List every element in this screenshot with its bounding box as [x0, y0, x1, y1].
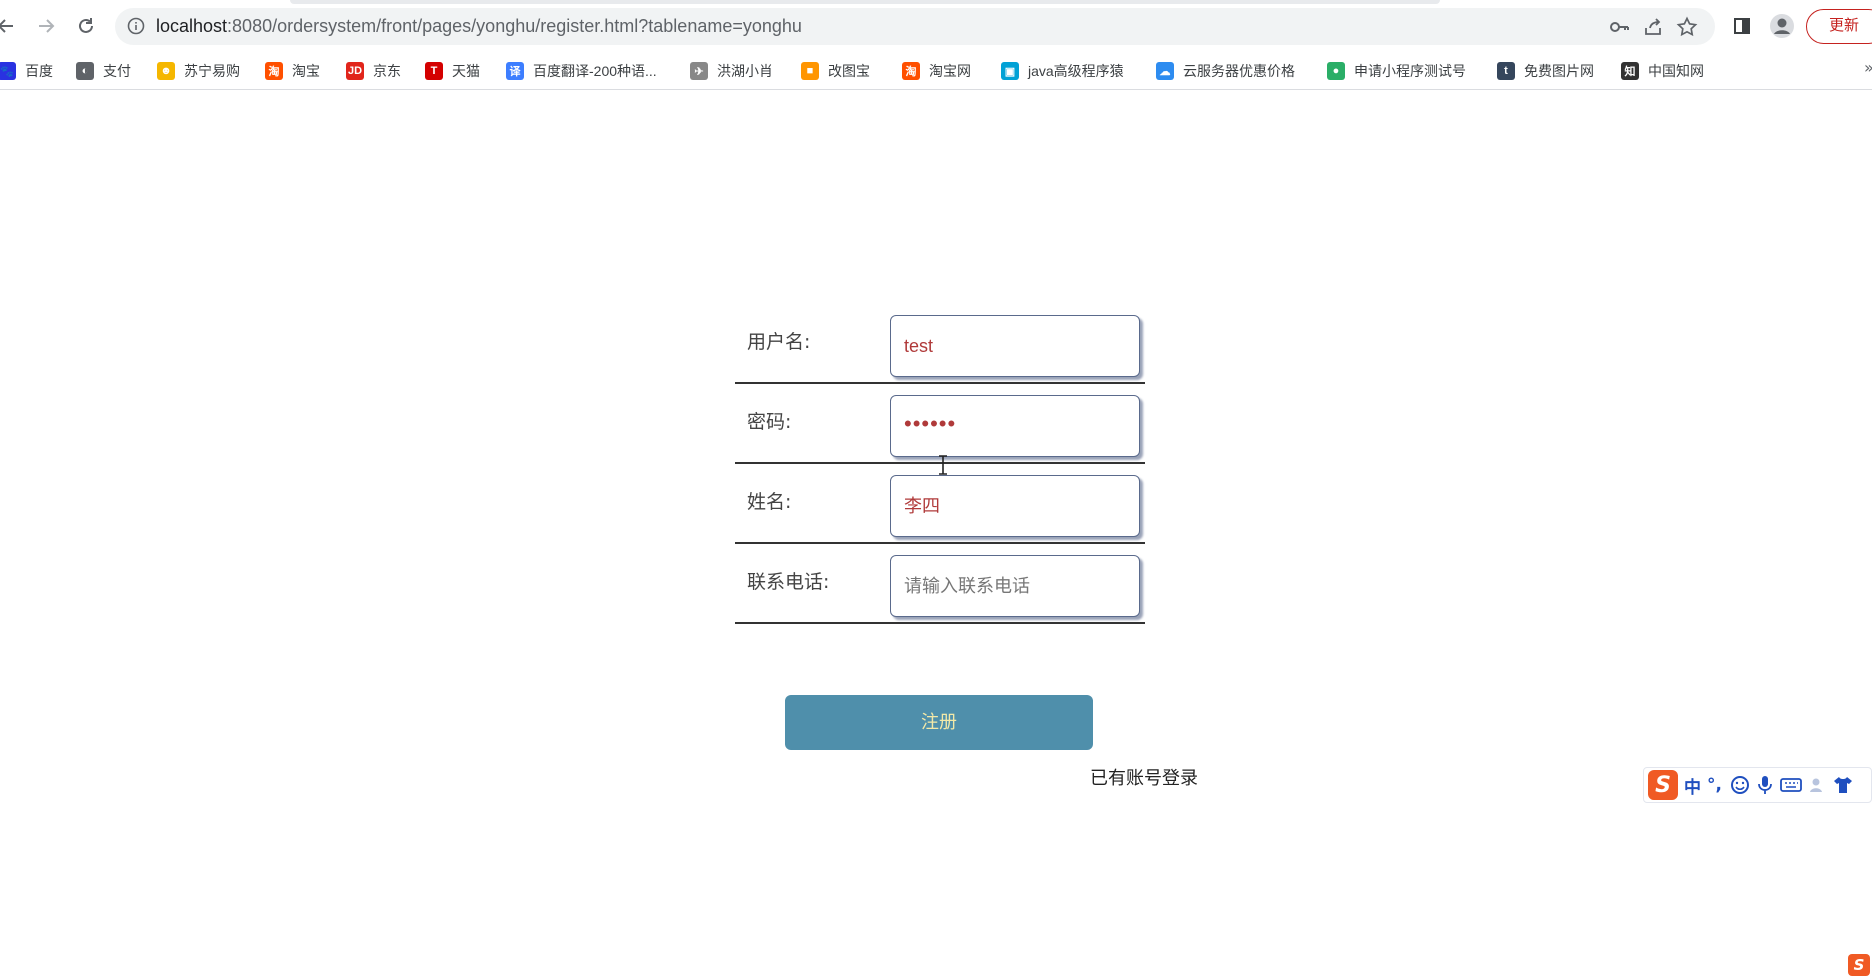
- bookmark-item[interactable]: ☁ 云服务器优惠价格: [1156, 58, 1295, 84]
- name-row: 姓名: 李四: [735, 464, 1145, 544]
- sogou-logo-icon: S: [1648, 770, 1678, 800]
- taobao-icon: 淘: [265, 62, 283, 80]
- microphone-icon[interactable]: [1756, 775, 1774, 795]
- share-icon[interactable]: [1642, 16, 1664, 38]
- browser-toolbar: localhost:8080/ordersystem/front/pages/y…: [0, 0, 1872, 53]
- bookmark-item[interactable]: ◐ 支付: [76, 58, 131, 84]
- cnki-icon: 知: [1621, 62, 1639, 80]
- register-page: 用户注册 用户名: test 密码: •••••• 姓名: 李四 联系电话: 请…: [0, 90, 1872, 980]
- bookmark-label: 中国知网: [1648, 63, 1704, 79]
- bookmark-label: 淘宝网: [929, 63, 971, 79]
- t-icon: t: [1497, 62, 1515, 80]
- baidu-icon: 🐾: [0, 62, 16, 80]
- bookmark-label: 淘宝: [292, 63, 320, 79]
- bookmark-label: 京东: [373, 63, 401, 79]
- address-bar[interactable]: localhost:8080/ordersystem/front/pages/y…: [115, 8, 1715, 45]
- ime-mode-toggle[interactable]: 中: [1684, 773, 1701, 798]
- password-row: 密码: ••••••: [735, 384, 1145, 464]
- bookmark-label: 苏宁易购: [184, 63, 240, 79]
- tab-strip: [290, 0, 1440, 4]
- user-tools-icon[interactable]: [1808, 775, 1828, 795]
- update-button[interactable]: 更新: [1806, 9, 1872, 44]
- bookmark-item[interactable]: t 免费图片网: [1497, 58, 1594, 84]
- gaitubao-icon: ■: [801, 62, 819, 80]
- side-panel-icon[interactable]: [1729, 13, 1755, 39]
- tmall-icon: T: [425, 62, 443, 80]
- ime-punctuation-toggle[interactable]: °,: [1707, 775, 1722, 795]
- translate-icon: 译: [506, 62, 524, 80]
- bookmark-label: 改图宝: [828, 63, 870, 79]
- bookmark-item[interactable]: ● 申请小程序测试号: [1327, 58, 1466, 84]
- keyboard-icon[interactable]: [1780, 776, 1802, 794]
- bookmark-item[interactable]: 🐾 百度: [0, 58, 53, 84]
- bookmark-item[interactable]: JD 京东: [346, 58, 401, 84]
- wechat-icon: ●: [1327, 62, 1345, 80]
- forward-arrow-icon: [39, 19, 55, 33]
- bookmark-item[interactable]: 译百度翻译-200种语...: [506, 58, 657, 84]
- bookmark-label: 云服务器优惠价格: [1183, 63, 1295, 79]
- bookmark-label: 天猫: [452, 63, 480, 79]
- phone-label: 联系电话:: [747, 571, 830, 593]
- text-cursor-icon: [939, 455, 947, 475]
- bookmark-item[interactable]: 淘淘宝: [265, 58, 320, 84]
- emoji-icon[interactable]: [1730, 775, 1750, 795]
- phone-row: 联系电话: 请输入联系电话: [735, 544, 1145, 624]
- bookmark-item[interactable]: ✈ 洪湖小肖: [690, 58, 773, 84]
- bookmark-item[interactable]: 淘淘宝网: [902, 58, 971, 84]
- ime-toolbar[interactable]: S 中 °,: [1643, 767, 1872, 803]
- username-row: 用户名: test: [735, 304, 1145, 384]
- back-arrow-icon: [0, 19, 13, 33]
- bookmark-star-icon[interactable]: [1676, 16, 1698, 38]
- bookmark-label: 百度翻译-200种语...: [533, 63, 657, 79]
- phone-input[interactable]: 请输入联系电话: [890, 555, 1140, 617]
- bookmark-item[interactable]: ☻ 苏宁易购: [157, 58, 240, 84]
- reload-button[interactable]: [72, 12, 100, 40]
- key-icon[interactable]: [1608, 16, 1630, 38]
- site-info-icon[interactable]: [127, 17, 145, 39]
- bookmark-item[interactable]: ▣ java高级程序猿: [1001, 58, 1124, 84]
- taobao-icon: 淘: [902, 62, 920, 80]
- reload-icon: [79, 18, 93, 33]
- bookmark-label: 申请小程序测试号: [1354, 63, 1466, 79]
- bilibili-icon: ▣: [1001, 62, 1019, 80]
- bookmarks-overflow-icon[interactable]: »: [1864, 58, 1872, 77]
- cloud-icon: ☁: [1156, 62, 1174, 80]
- bookmark-item[interactable]: 知中国知网: [1621, 58, 1704, 84]
- skin-shirt-icon[interactable]: [1833, 775, 1853, 795]
- username-label: 用户名:: [747, 331, 811, 353]
- ime-mini-logo-icon[interactable]: S: [1848, 954, 1870, 976]
- globe-icon: ◐: [76, 62, 94, 80]
- back-button[interactable]: [0, 12, 20, 40]
- bookmark-label: 百度: [25, 63, 53, 79]
- suning-icon: ☻: [157, 62, 175, 80]
- bookmark-label: java高级程序猿: [1028, 63, 1124, 79]
- bookmark-item[interactable]: ■ 改图宝: [801, 58, 870, 84]
- bookmark-label: 洪湖小肖: [717, 63, 773, 79]
- password-input[interactable]: ••••••: [890, 395, 1140, 457]
- forward-button[interactable]: [32, 12, 60, 40]
- bookmarks-bar: 🐾 百度 ◐ 支付 ☻ 苏宁易购淘淘宝 JD 京东 T 天猫译百度翻译-200种语... ✈ 洪湖小肖…: [0, 53, 1872, 90]
- username-input[interactable]: test: [890, 315, 1140, 377]
- password-label: 密码:: [747, 411, 792, 433]
- register-button[interactable]: 注册: [785, 695, 1093, 750]
- bookmark-item[interactable]: T 天猫: [425, 58, 480, 84]
- profile-avatar-icon[interactable]: [1769, 13, 1795, 39]
- url-text: localhost:8080/ordersystem/front/pages/y…: [156, 16, 802, 36]
- bookmark-label: 支付: [103, 63, 131, 79]
- bird-icon: ✈: [690, 62, 708, 80]
- bookmark-label: 免费图片网: [1524, 63, 1594, 79]
- name-label: 姓名:: [747, 491, 792, 513]
- login-link[interactable]: 已有账号登录: [1090, 764, 1198, 790]
- name-input[interactable]: 李四: [890, 475, 1140, 537]
- jd-icon: JD: [346, 62, 364, 80]
